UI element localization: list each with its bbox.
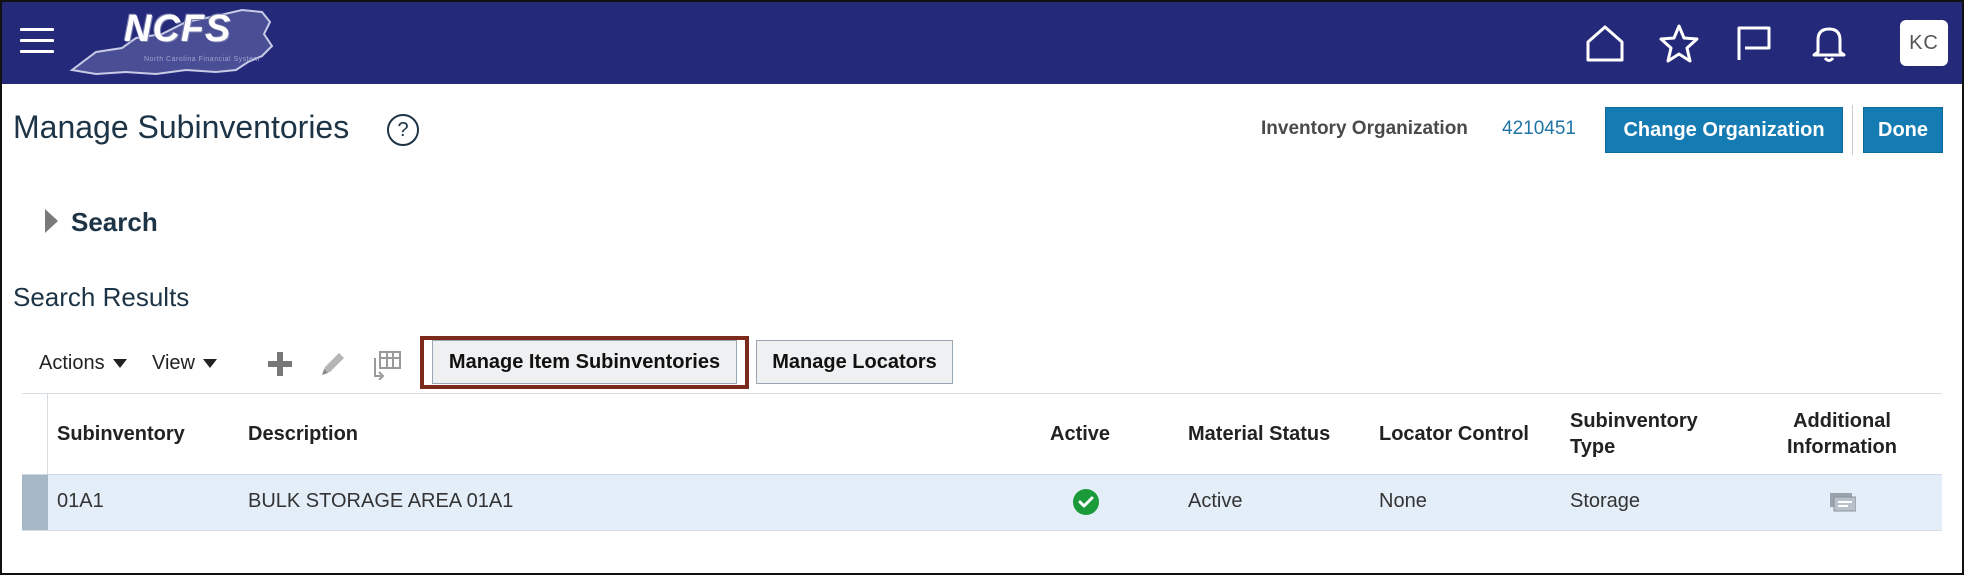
inventory-organization-value[interactable]: 4210451 xyxy=(1502,118,1576,140)
manage-item-subinventories-button[interactable]: Manage Item Subinventories xyxy=(432,340,737,384)
table-row[interactable]: 01A1 BULK STORAGE AREA 01A1 Active None … xyxy=(22,474,1942,530)
global-header: NCFS North Carolina Financial System KC xyxy=(2,2,1962,84)
actions-menu[interactable]: Actions xyxy=(39,352,127,375)
chevron-down-icon xyxy=(112,359,127,369)
column-header-description[interactable]: Description xyxy=(248,421,358,447)
active-check-icon xyxy=(1073,489,1099,515)
expand-search-icon[interactable] xyxy=(45,209,58,233)
search-results-title: Search Results xyxy=(13,282,190,312)
search-section-header[interactable]: Search xyxy=(71,207,158,238)
column-header-material-status[interactable]: Material Status xyxy=(1188,421,1330,447)
cell-description: BULK STORAGE AREA 01A1 xyxy=(248,490,514,512)
logo-text: NCFS xyxy=(124,8,232,50)
column-header-subinventory-type[interactable]: Subinventory Type xyxy=(1570,408,1698,460)
edit-icon[interactable] xyxy=(317,348,349,380)
manage-locators-button[interactable]: Manage Locators xyxy=(756,340,953,384)
freeze-columns-icon[interactable] xyxy=(371,348,403,380)
column-header-additional-information-line2: Information xyxy=(1787,436,1897,458)
bell-icon[interactable] xyxy=(1808,22,1850,64)
column-header-subinventory-type-line2: Type xyxy=(1570,436,1616,458)
additional-info-icon[interactable] xyxy=(1828,491,1856,515)
user-avatar[interactable]: KC xyxy=(1900,20,1948,66)
help-icon[interactable]: ? xyxy=(387,114,419,146)
column-header-subinventory-type-line1: Subinventory xyxy=(1570,410,1698,432)
inventory-organization-label: Inventory Organization xyxy=(1261,118,1468,139)
column-header-locator-control[interactable]: Locator Control xyxy=(1379,421,1529,447)
subinventories-table: Subinventory Description Active Material… xyxy=(22,393,1942,531)
ncfs-logo[interactable]: NCFS North Carolina Financial System xyxy=(66,4,276,84)
page-title: Manage Subinventories xyxy=(13,109,350,145)
hamburger-menu-icon[interactable] xyxy=(20,28,54,58)
column-header-additional-information-line1: Additional xyxy=(1793,410,1891,432)
view-menu-label: View xyxy=(152,352,195,374)
home-icon[interactable] xyxy=(1584,22,1626,64)
flag-icon[interactable] xyxy=(1733,22,1775,64)
add-icon[interactable] xyxy=(264,348,296,380)
logo-subtext: North Carolina Financial System xyxy=(144,56,260,63)
button-divider xyxy=(1852,105,1853,155)
column-header-active[interactable]: Active xyxy=(1050,421,1110,447)
star-icon[interactable] xyxy=(1658,22,1700,64)
cell-locator-control: None xyxy=(1379,490,1427,512)
change-organization-button[interactable]: Change Organization xyxy=(1605,107,1843,153)
chevron-down-icon xyxy=(203,359,217,369)
view-menu[interactable]: View xyxy=(152,352,217,375)
row-selector[interactable] xyxy=(22,475,48,530)
actions-menu-label: Actions xyxy=(39,352,105,374)
cell-subinventory: 01A1 xyxy=(57,490,104,512)
column-header-subinventory[interactable]: Subinventory xyxy=(57,421,185,447)
cell-subinventory-type: Storage xyxy=(1570,490,1641,512)
column-header-additional-information[interactable]: Additional Information xyxy=(1782,408,1902,460)
done-button[interactable]: Done xyxy=(1863,107,1943,153)
cell-material-status: Active xyxy=(1188,490,1243,512)
